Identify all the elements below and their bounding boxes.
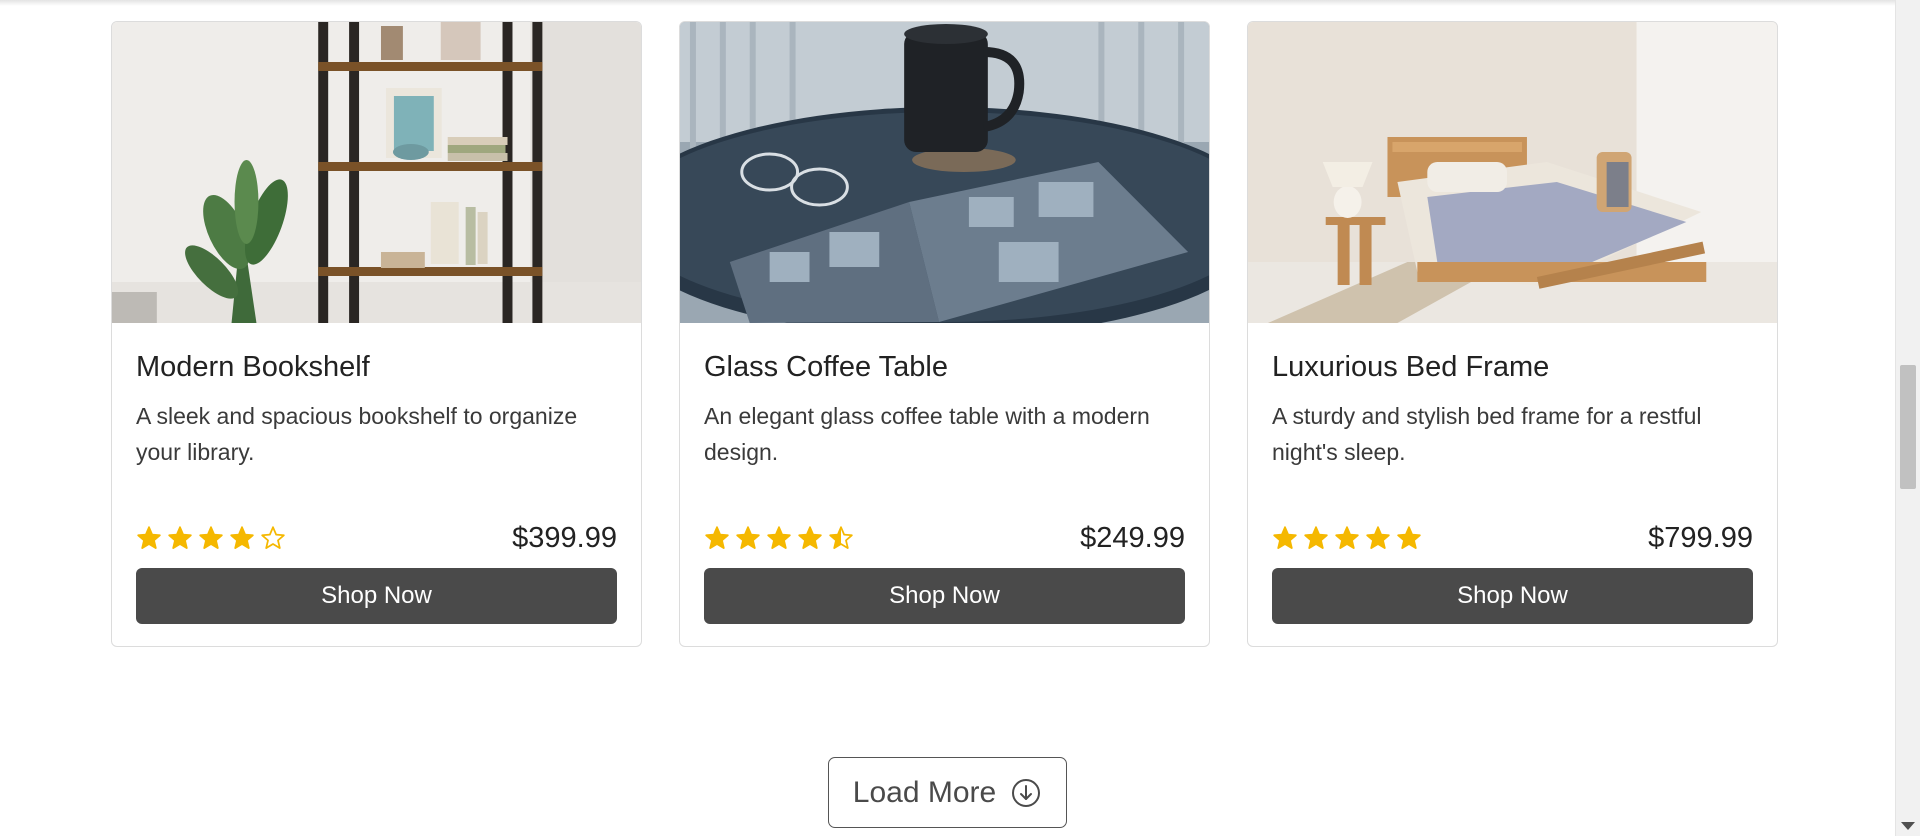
header-shadow: [0, 0, 1895, 6]
arrow-down-circle-icon: [1010, 777, 1042, 809]
product-price: $799.99: [1648, 521, 1753, 554]
product-card: Glass Coffee Table An elegant glass coff…: [679, 21, 1210, 647]
product-meta: $249.99: [704, 520, 1185, 556]
product-card: Luxurious Bed Frame A sturdy and stylish…: [1247, 21, 1778, 647]
star-half-icon: [829, 526, 853, 549]
shop-now-button[interactable]: Shop Now: [1272, 568, 1753, 624]
star-full-icon: [705, 526, 729, 549]
shop-now-button[interactable]: Shop Now: [136, 568, 617, 624]
product-title: Modern Bookshelf: [136, 351, 370, 383]
product-price: $249.99: [1080, 521, 1185, 554]
product-price: $399.99: [512, 521, 617, 554]
product-title: Glass Coffee Table: [704, 351, 948, 383]
product-grid: Modern Bookshelf A sleek and spacious bo…: [111, 21, 1778, 647]
star-full-icon: [137, 526, 161, 549]
star-full-icon: [199, 526, 223, 549]
star-full-icon: [168, 526, 192, 549]
product-image-bed-frame: [1248, 22, 1777, 323]
scroll-down-arrow-icon[interactable]: [1901, 822, 1915, 830]
load-more-label: Load More: [852, 775, 997, 809]
star-full-icon: [798, 526, 822, 549]
product-card: Modern Bookshelf A sleek and spacious bo…: [111, 21, 642, 647]
star-full-icon: [1304, 526, 1328, 549]
star-full-icon: [1397, 526, 1421, 549]
page: Modern Bookshelf A sleek and spacious bo…: [0, 0, 1920, 836]
rating-stars: [1272, 525, 1422, 551]
star-full-icon: [1335, 526, 1359, 549]
product-meta: $399.99: [136, 520, 617, 556]
star-full-icon: [736, 526, 760, 549]
product-description: An elegant glass coffee table with a mod…: [704, 403, 1150, 465]
vertical-scrollbar[interactable]: [1895, 0, 1920, 836]
product-description: A sleek and spacious bookshelf to organi…: [136, 403, 578, 465]
product-description: A sturdy and stylish bed frame for a res…: [1272, 403, 1702, 465]
product-meta: $799.99: [1272, 520, 1753, 556]
rating-stars: [136, 525, 286, 551]
product-image-coffee-table: [680, 22, 1209, 323]
product-image-bookshelf: [112, 22, 641, 323]
product-title: Luxurious Bed Frame: [1272, 351, 1550, 383]
star-empty-icon: [261, 526, 285, 549]
shop-now-button[interactable]: Shop Now: [704, 568, 1185, 624]
rating-stars: [704, 525, 854, 551]
star-full-icon: [767, 526, 791, 549]
scrollbar-thumb[interactable]: [1900, 365, 1916, 489]
star-full-icon: [1273, 526, 1297, 549]
star-full-icon: [230, 526, 254, 549]
load-more-button[interactable]: Load More: [828, 757, 1067, 828]
star-full-icon: [1366, 526, 1390, 549]
